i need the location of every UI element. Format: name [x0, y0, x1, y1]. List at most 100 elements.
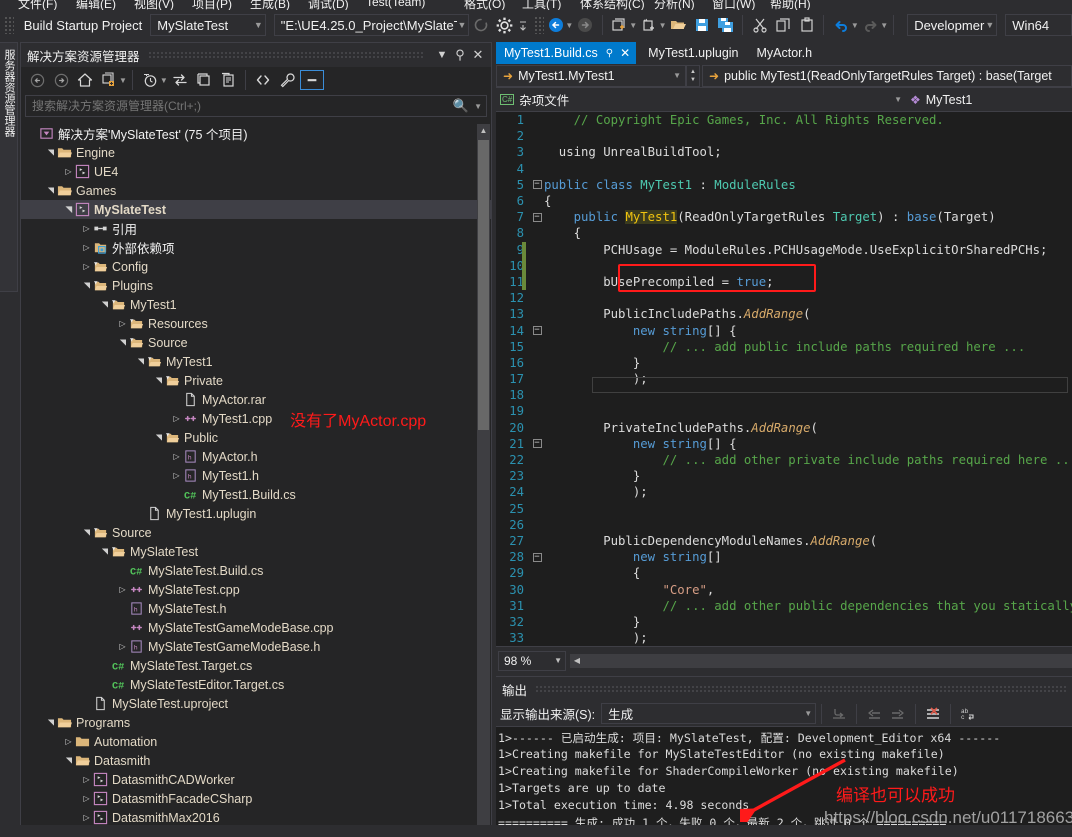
menu-item-11[interactable]: 窗口(W) — [712, 0, 755, 10]
search-icon[interactable]: 🔍 — [453, 98, 469, 114]
code-line[interactable]: 14− new string[] { — [496, 322, 1072, 338]
tree-item[interactable]: ▷ DatasmithCADWorker — [21, 770, 491, 789]
chevron-down-icon[interactable]: ▼ — [433, 46, 451, 64]
scroll-left-arrow[interactable]: ◀ — [570, 654, 584, 668]
code-line[interactable]: 27 PublicDependencyModuleNames.AddRange( — [496, 533, 1072, 549]
code-line[interactable]: 10 — [496, 257, 1072, 274]
nav-spinner[interactable]: ▲ ▼ — [686, 64, 700, 87]
menu-item-3[interactable]: 项目(P) — [192, 0, 232, 10]
zoom-level-combo[interactable]: 98 % ▼ — [498, 650, 566, 671]
expander-collapsed-icon[interactable]: ▷ — [81, 223, 92, 234]
project-context-dropdown[interactable]: C# 杂项文件 ▼ — [496, 89, 906, 111]
fold-collapse-icon[interactable]: − — [532, 180, 542, 190]
menu-item-9[interactable]: 体系结构(C) — [580, 0, 645, 10]
expander-expanded-icon[interactable]: ◢ — [63, 755, 74, 766]
member-dropdown[interactable]: ➜ public MyTest1(ReadOnlyTargetRules Tar… — [702, 64, 1072, 87]
tree-item[interactable]: ▷ Config — [21, 257, 491, 276]
solution-tree[interactable]: 解决方案'MySlateTest' (75 个项目) ◢ Engine ▷ UE4 ◢ Ga… — [21, 124, 491, 836]
forward-icon[interactable] — [50, 69, 72, 91]
code-line[interactable]: 8 { — [496, 225, 1072, 241]
redo-icon[interactable] — [860, 14, 881, 36]
tree-item[interactable]: ◢ Public — [21, 428, 491, 447]
menu-item-7[interactable]: 格式(O) — [464, 0, 505, 10]
expander-collapsed-icon[interactable]: ▷ — [63, 736, 74, 747]
paste-icon[interactable] — [796, 14, 817, 36]
tree-item[interactable]: ▷ Resources — [21, 314, 491, 333]
tree-item[interactable]: MySlateTestGameModeBase.cpp — [21, 618, 491, 637]
chevron-down-icon[interactable]: ▼ — [659, 21, 667, 30]
fold-collapse-icon[interactable]: − — [532, 439, 542, 449]
tree-item[interactable]: ◢ Source — [21, 333, 491, 352]
back-icon[interactable] — [26, 69, 48, 91]
expander-collapsed-icon[interactable]: ▷ — [81, 812, 92, 823]
tree-item[interactable]: ▷ UE4 — [21, 162, 491, 181]
main-toolbar[interactable]: Build Startup Project MySlateTest ▼ "E:\… — [0, 10, 1072, 40]
toolbar-overflow-icon[interactable] — [517, 14, 529, 36]
expander-expanded-icon[interactable]: ◢ — [81, 527, 92, 538]
editor-horizontal-scrollbar[interactable]: ◀ — [570, 653, 1072, 668]
expander-collapsed-icon[interactable]: ▷ — [81, 242, 92, 253]
expander-expanded-icon[interactable]: ◢ — [81, 280, 92, 291]
expander-collapsed-icon[interactable]: ▷ — [117, 318, 128, 329]
code-line[interactable]: 26 — [496, 517, 1072, 533]
expander-collapsed-icon[interactable]: ▷ — [63, 166, 74, 177]
code-line[interactable]: 30 "Core", — [496, 581, 1072, 597]
expander-expanded-icon[interactable]: ◢ — [99, 299, 110, 310]
tree-item[interactable]: ▷ h MySlateTestGameModeBase.h — [21, 637, 491, 656]
jump-to-source-icon[interactable] — [828, 703, 850, 725]
close-icon[interactable]: ✕ — [620, 46, 630, 60]
menu-item-1[interactable]: 编辑(E) — [76, 0, 116, 10]
output-source-combo[interactable]: 生成 ▼ — [601, 703, 817, 724]
expander-expanded-icon[interactable]: ◢ — [99, 546, 110, 557]
chevron-down-icon[interactable]: ▼ — [880, 21, 888, 30]
expander-collapsed-icon[interactable]: ▷ — [81, 774, 92, 785]
tree-item[interactable]: ▷ DatasmithFacadeCSharp — [21, 789, 491, 808]
output-toolbar[interactable]: 显示输出来源(S): 生成 ▼ ab c — [496, 701, 1072, 727]
type-dropdown[interactable]: ➜ MyTest1.MyTest1 ▼ — [496, 64, 686, 87]
expander-expanded-icon[interactable]: ◢ — [117, 337, 128, 348]
pin-icon[interactable]: ⚲ — [606, 48, 613, 59]
properties-icon[interactable] — [276, 69, 298, 91]
open-file-icon[interactable] — [668, 14, 689, 36]
solution-explorer-search[interactable]: 🔍 ▼ — [25, 95, 487, 117]
close-icon[interactable]: ✕ — [469, 46, 487, 64]
code-line[interactable]: 19 — [496, 403, 1072, 419]
solution-tree-scrollbar[interactable]: ▲ — [477, 124, 490, 835]
chevron-down-icon[interactable]: ▼ — [474, 102, 482, 111]
code-line[interactable]: 16 } — [496, 355, 1072, 371]
code-line[interactable]: 29 { — [496, 565, 1072, 581]
tree-item[interactable]: MyTest1.uplugin — [21, 504, 491, 523]
expander-expanded-icon[interactable]: ◢ — [45, 717, 56, 728]
editor-navigation-bar[interactable]: ➜ MyTest1.MyTest1 ▼ ▲ ▼ ➜ public MyTest1(… — [496, 64, 1072, 88]
expander-expanded-icon[interactable]: ◢ — [45, 185, 56, 196]
tree-item[interactable]: ◢ Engine — [21, 143, 491, 162]
tree-item[interactable]: ◢ Datasmith — [21, 751, 491, 770]
editor-tab[interactable]: MyTest1.uplugin — [636, 42, 744, 64]
expander-collapsed-icon[interactable]: ▷ — [81, 793, 92, 804]
solution-explorer-toolbar[interactable]: ▼ ▼ — [21, 67, 491, 93]
expander-collapsed-icon[interactable]: ▷ — [117, 641, 128, 652]
tree-item[interactable]: ▷ MySlateTest.cpp — [21, 580, 491, 599]
tree-item[interactable]: ◢ Private — [21, 371, 491, 390]
chevron-down-icon[interactable]: ▼ — [565, 21, 573, 30]
code-line[interactable]: 20 PrivateIncludePaths.AddRange( — [496, 420, 1072, 436]
menu-bar[interactable]: 文件(F) 编辑(E) 视图(V) 项目(P) 生成(B) 调试(D) Test(Team)… — [0, 0, 1072, 10]
code-fold-margin[interactable]: − — [530, 439, 544, 449]
gear-icon[interactable] — [494, 14, 515, 36]
editor-tab-active[interactable]: MyTest1.Build.cs ⚲ ✕ — [496, 42, 637, 64]
editor-tabstrip[interactable]: MyTest1.Build.cs ⚲ ✕ MyTest1.uplugin MyActor… — [496, 42, 1072, 64]
scroll-thumb[interactable] — [478, 140, 489, 430]
code-line[interactable]: 22 // ... add other private include path… — [496, 452, 1072, 468]
menu-item-12[interactable]: 帮助(H) — [770, 0, 811, 10]
refresh-icon[interactable] — [470, 14, 491, 36]
code-line[interactable]: 21− new string[] { — [496, 436, 1072, 452]
code-line[interactable]: 13 PublicIncludePaths.AddRange( — [496, 306, 1072, 322]
menu-item-2[interactable]: 视图(V) — [134, 0, 174, 10]
solution-config-combo[interactable]: Developmer ▼ — [907, 14, 998, 36]
tree-item[interactable]: C# MyTest1.Build.cs — [21, 485, 491, 504]
tree-item[interactable]: h MySlateTest.h — [21, 599, 491, 618]
code-line[interactable]: 3 using UnrealBuildTool; — [496, 144, 1072, 160]
expander-collapsed-icon[interactable]: ▷ — [117, 584, 128, 595]
cut-icon[interactable] — [749, 14, 770, 36]
project-path-combo[interactable]: "E:\UE4.25.0_Project\MySlateTes ▼ — [273, 14, 470, 36]
